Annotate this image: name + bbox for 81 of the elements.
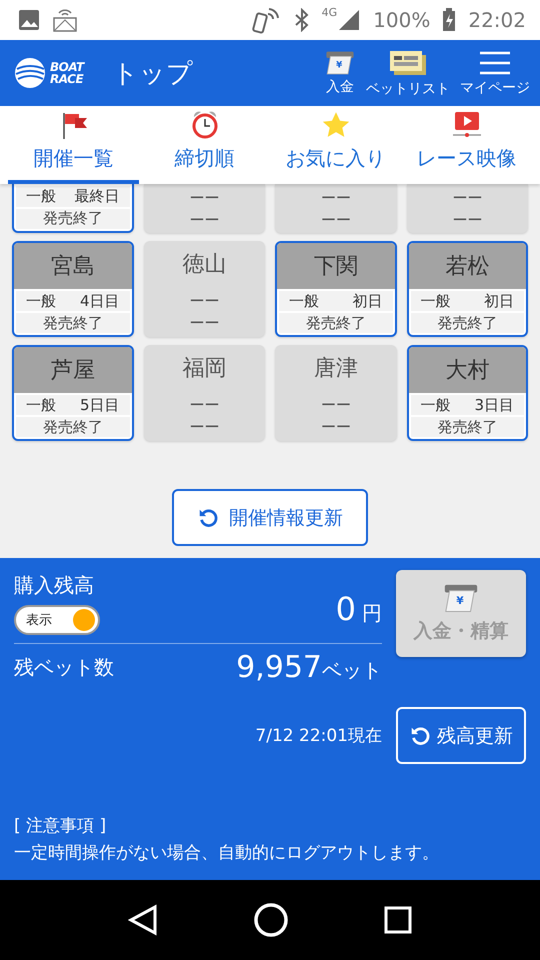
venue-name: 宮島 — [14, 243, 132, 289]
header-action-button[interactable]: マイページ — [458, 50, 532, 96]
battery-percent-text: 100% — [373, 8, 430, 32]
cast-screen-icon — [52, 7, 78, 33]
venue-name: 下関 — [277, 243, 394, 289]
recent-apps-icon[interactable] — [384, 906, 412, 934]
race-day-text: 初日 — [484, 292, 514, 310]
grade-text: 一般 — [26, 396, 56, 414]
placeholder-dash: ーー — [188, 417, 220, 438]
show-balance-toggle[interactable]: 表示 — [14, 605, 100, 635]
remaining-bets-value: 9,957ベット — [236, 650, 382, 685]
placeholder-dash: ーー — [320, 395, 352, 416]
venue-name: 大村 — [408, 347, 526, 393]
placeholder-dash: ーー — [451, 188, 484, 208]
race-day-text: 5日目 — [80, 396, 120, 414]
placeholder-dash: ーー — [320, 188, 352, 208]
placeholder-dash: ーー — [188, 291, 220, 312]
balance-label: 購入残高 — [14, 572, 95, 599]
notice-text: 一定時間操作がない場合、自動的にログアウトします。 — [14, 842, 440, 864]
grade-text: 一般 — [420, 292, 450, 310]
grade-text: 一般 — [289, 292, 319, 310]
placeholder-dash: ーー — [188, 313, 220, 334]
clock-time: 22:02 — [468, 8, 526, 32]
sales-status-text: 発売終了 — [16, 208, 130, 229]
grade-text: 一般 — [420, 396, 450, 414]
battery-charging-icon — [442, 8, 456, 32]
placeholder-dash: ーー — [188, 395, 220, 416]
nfc-phone-icon — [252, 6, 282, 34]
grade-text: 一般 — [26, 186, 56, 206]
updated-time-text: 7/12 22:01現在 — [255, 725, 382, 747]
notice-title: [ 注意事項 ] — [14, 815, 108, 837]
boat-race-logo: BOAT RACE — [14, 57, 92, 89]
refresh-icon — [409, 724, 431, 746]
video-player-icon — [452, 111, 482, 139]
placeholder-dash: ーー — [188, 210, 220, 230]
star-icon — [320, 111, 350, 139]
sales-status-text: 発売終了 — [410, 417, 524, 437]
venue-name: 唐津 — [312, 355, 359, 383]
venue-name: 芦屋 — [14, 347, 132, 393]
sales-status-text: 発売終了 — [279, 313, 392, 333]
race-day-text: 初日 — [352, 292, 382, 310]
venue-name: 徳山 — [181, 251, 228, 279]
race-day-text: 4日目 — [80, 292, 120, 310]
remaining-bets-label: 残ベット数 — [14, 654, 114, 681]
nav-tab[interactable]: レース映像 — [401, 106, 532, 184]
sales-status-text: 発売終了 — [16, 417, 130, 437]
grade-text: 一般 — [26, 292, 56, 310]
refresh-balance-button[interactable]: 残高更新 — [396, 707, 526, 764]
venue-card[interactable]: 下関 一般 初日 発売終了 — [275, 241, 396, 337]
venue-card[interactable]: 一般 最終日 発売終了 — [12, 184, 134, 233]
placeholder-dash: ーー — [451, 210, 484, 230]
ticket-stack-icon — [388, 48, 428, 76]
alarm-clock-icon — [190, 109, 218, 139]
sales-status-text: 発売終了 — [410, 313, 524, 333]
venue-card[interactable]: 芦屋 一般 5日目 発売終了 — [12, 345, 134, 441]
placeholder-dash: ーー — [320, 417, 352, 438]
nav-tab[interactable]: 締切順 — [139, 106, 270, 184]
network-type-text: 4G — [322, 6, 338, 19]
balance-amount: 0 円 — [336, 590, 382, 628]
page-title: トップ — [112, 58, 193, 90]
placeholder-dash: ーー — [188, 188, 220, 208]
back-icon[interactable] — [128, 904, 158, 936]
image-icon — [18, 9, 40, 31]
nav-tab[interactable]: お気に入り — [270, 106, 401, 184]
venue-name: 若松 — [408, 243, 526, 289]
header-action-button[interactable]: ¥ 入金 — [322, 50, 358, 96]
bluetooth-icon — [294, 8, 310, 32]
venue-card[interactable]: 若松 一般 初日 発売終了 — [406, 241, 528, 337]
refresh-schedule-button[interactable]: 開催情報更新 — [172, 489, 368, 546]
placeholder-dash: ーー — [320, 210, 352, 230]
signal-icon — [337, 8, 362, 32]
home-icon[interactable] — [252, 902, 289, 938]
race-day-text: 最終日 — [74, 186, 120, 206]
venue-name: 福岡 — [181, 355, 228, 383]
sales-status-text: 発売終了 — [16, 313, 130, 333]
refresh-icon — [197, 506, 219, 528]
race-day-text: 3日目 — [474, 396, 514, 414]
menu-icon[interactable] — [479, 50, 511, 76]
header-action-button[interactable]: ベットリスト — [364, 48, 452, 98]
venue-card[interactable]: 宮島 一般 4日目 発売終了 — [12, 241, 134, 337]
venue-card[interactable]: 大村 一般 3日目 発売終了 — [406, 345, 528, 441]
